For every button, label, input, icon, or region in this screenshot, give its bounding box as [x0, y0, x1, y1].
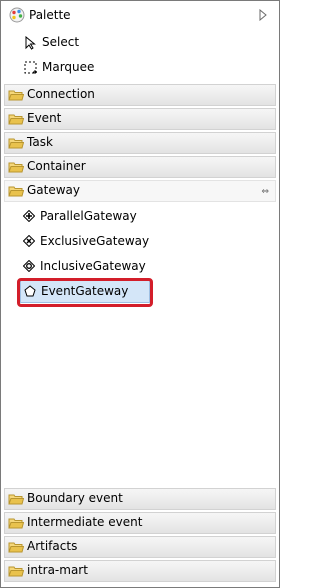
drawer-connection[interactable]: Connection	[4, 84, 276, 106]
folder-icon	[8, 114, 24, 125]
drawer-label: Task	[27, 135, 53, 149]
folder-icon	[8, 566, 24, 577]
drawer-label: Container	[27, 159, 86, 173]
highlight-frame	[17, 278, 153, 307]
drawer-label: Boundary event	[27, 491, 123, 505]
folder-icon	[8, 162, 24, 173]
drawer-label: Artifacts	[27, 539, 78, 553]
folder-icon	[8, 138, 24, 149]
exclusive-gateway-entry[interactable]: ExclusiveGateway	[20, 231, 150, 252]
inclusive-gateway-entry[interactable]: InclusiveGateway	[20, 256, 148, 277]
drawer-boundary-event[interactable]: Boundary event	[4, 488, 276, 510]
drawer-event[interactable]: Event	[4, 108, 276, 130]
drawer-label: Connection	[27, 87, 95, 101]
select-tool-label: Select	[42, 35, 80, 49]
drawer-intra-mart[interactable]: intra-mart	[4, 560, 276, 582]
drawer-label: intra-mart	[27, 563, 88, 577]
palette-panel: Palette Select Marquee Connection Event	[0, 0, 280, 588]
folder-icon	[8, 518, 24, 529]
exclusive-gateway-icon	[23, 235, 35, 247]
drawer-label: Intermediate event	[27, 515, 143, 529]
palette-header[interactable]: Palette	[2, 2, 278, 28]
palette-icon	[9, 7, 25, 23]
folder-icon	[8, 90, 24, 101]
parallel-gateway-icon	[23, 210, 35, 222]
folder-icon	[8, 542, 24, 553]
cursor-arrow-icon	[25, 36, 36, 50]
entry-label: InclusiveGateway	[40, 259, 146, 273]
drawer-label: Gateway	[27, 183, 81, 197]
drawer-container[interactable]: Container	[4, 156, 276, 178]
drawer-task[interactable]: Task	[4, 132, 276, 154]
folder-open-icon	[8, 186, 24, 197]
drawer-label: Event	[27, 111, 62, 125]
select-tool[interactable]: Select	[2, 31, 278, 55]
drawer-intermediate-event[interactable]: Intermediate event	[4, 512, 276, 534]
pin-icon[interactable]: ⇔	[261, 187, 269, 197]
chevron-right-icon[interactable]	[259, 9, 267, 21]
drawer-artifacts[interactable]: Artifacts	[4, 536, 276, 558]
inclusive-gateway-icon	[23, 260, 35, 272]
entry-label: ParallelGateway	[40, 209, 137, 223]
folder-icon	[8, 494, 24, 505]
drawer-gateway[interactable]: Gateway ⇔	[4, 180, 276, 202]
palette-title: Palette	[29, 8, 71, 22]
marquee-tool[interactable]: Marquee	[2, 56, 278, 80]
entry-label: ExclusiveGateway	[40, 234, 150, 248]
marquee-icon	[24, 61, 37, 74]
parallel-gateway-entry[interactable]: ParallelGateway	[20, 206, 148, 227]
marquee-tool-label: Marquee	[42, 60, 95, 74]
